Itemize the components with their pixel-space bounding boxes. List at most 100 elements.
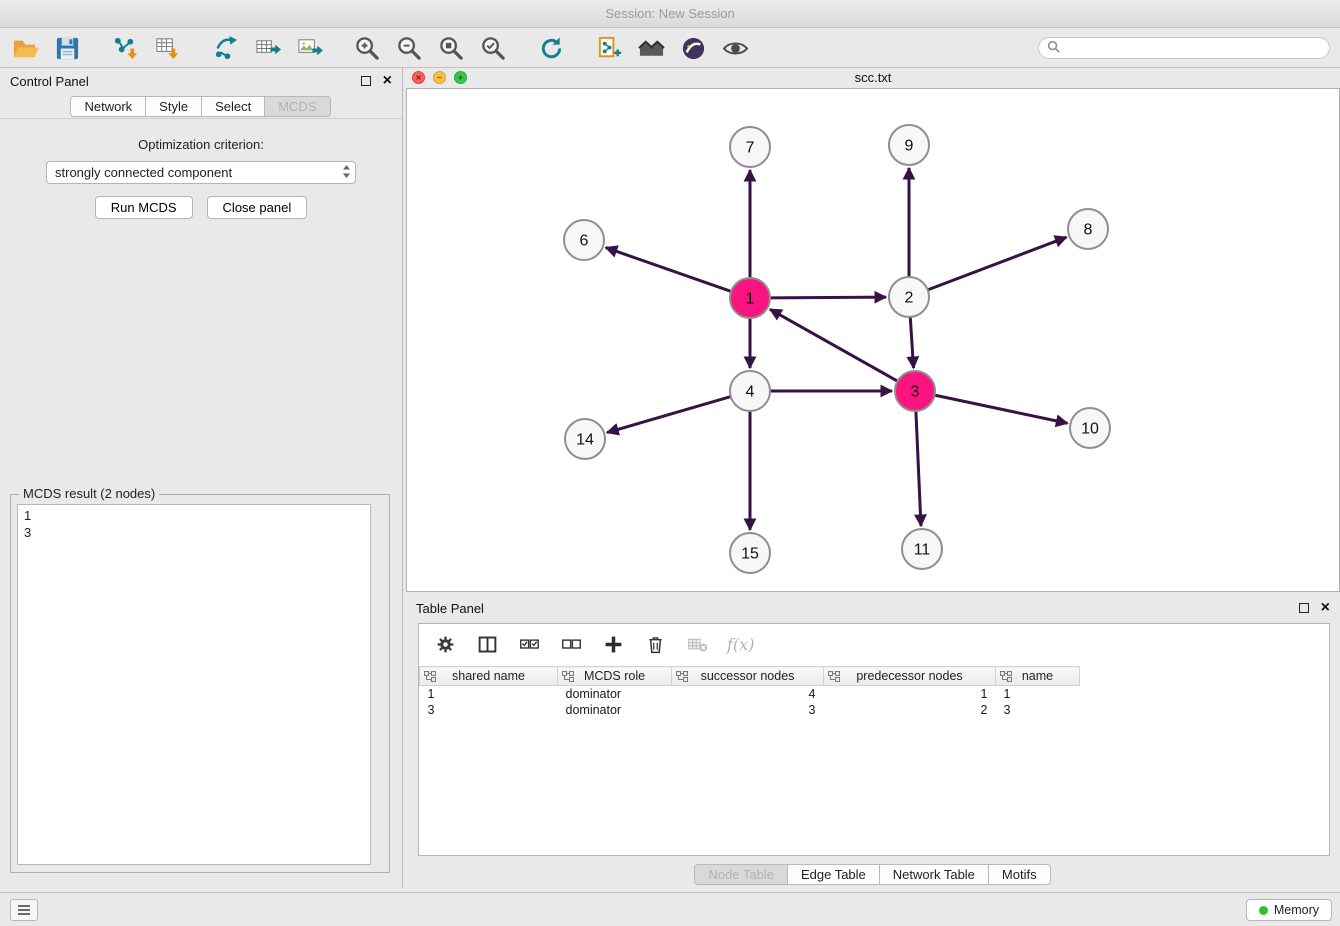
network-graph[interactable]: 7 9 6 8 1 2 4 3 14 10 15 11 (407, 89, 1339, 591)
table-cell[interactable]: 3 (672, 702, 824, 718)
split-columns-icon[interactable] (475, 632, 499, 656)
network-window-titlebar: scc.txt (406, 68, 1340, 88)
node-11[interactable]: 11 (902, 529, 942, 569)
show-hide-icon[interactable] (720, 33, 750, 63)
memory-button-label: Memory (1274, 903, 1319, 917)
node-15[interactable]: 15 (730, 533, 770, 573)
table-settings-icon[interactable] (433, 632, 457, 656)
tab-select[interactable]: Select (201, 96, 265, 117)
table-row[interactable]: 1dominator411 (420, 686, 1330, 702)
save-session-icon[interactable] (52, 33, 82, 63)
network-window-title: scc.txt (406, 70, 1340, 85)
node-4[interactable]: 4 (730, 371, 770, 411)
task-history-button[interactable] (10, 899, 38, 921)
table-header-row: shared nameMCDS rolesuccessor nodesprede… (420, 667, 1330, 686)
node-9[interactable]: 9 (889, 125, 929, 165)
memory-status-dot (1259, 906, 1268, 915)
run-mcds-button[interactable]: Run MCDS (95, 196, 193, 219)
node-7[interactable]: 7 (730, 127, 770, 167)
svg-text:14: 14 (576, 432, 594, 449)
network-canvas[interactable]: 7 9 6 8 1 2 4 3 14 10 15 11 (406, 88, 1340, 592)
table-cell[interactable]: 2 (824, 702, 996, 718)
edge-3-1[interactable] (770, 309, 898, 381)
node-10[interactable]: 10 (1070, 408, 1110, 448)
node-1[interactable]: 1 (730, 278, 770, 318)
apply-layout-icon[interactable] (536, 33, 566, 63)
table-row[interactable]: 3dominator323 (420, 702, 1330, 718)
mcds-panel: Optimization criterion: strongly connect… (0, 118, 402, 888)
function-builder-button: f(x) (727, 635, 754, 654)
houses-icon[interactable] (636, 33, 666, 63)
zoom-out-icon[interactable] (394, 33, 424, 63)
criterion-dropdown[interactable]: strongly connected component (46, 161, 356, 184)
edge-2-3[interactable] (910, 317, 913, 368)
delete-table-icon (685, 632, 709, 656)
mcds-result-list[interactable]: 1 3 (17, 504, 371, 865)
table-panel-title: Table Panel (416, 601, 484, 616)
zoom-selected-icon[interactable] (478, 33, 508, 63)
toolbar-group (352, 33, 508, 63)
svg-text:3: 3 (911, 384, 920, 401)
toolbar-group (10, 33, 82, 63)
edge-2-8[interactable] (928, 237, 1067, 290)
toolbar-group (594, 33, 750, 63)
memory-button[interactable]: Memory (1246, 899, 1332, 921)
table-cell[interactable]: 1 (824, 686, 996, 702)
table-cell[interactable]: dominator (558, 702, 672, 718)
tab-node-table[interactable]: Node Table (694, 864, 788, 885)
column-header-shared-name[interactable]: shared name (420, 667, 558, 686)
column-header-successor-nodes[interactable]: successor nodes (672, 667, 824, 686)
tab-motifs[interactable]: Motifs (988, 864, 1051, 885)
table-cell[interactable]: 3 (420, 702, 558, 718)
tab-network[interactable]: Network (70, 96, 146, 117)
node-3[interactable]: 3 (895, 371, 935, 411)
tab-mcds[interactable]: MCDS (264, 96, 330, 117)
close-table-panel-icon[interactable]: × (1321, 600, 1330, 616)
add-column-icon[interactable] (601, 632, 625, 656)
table-cell[interactable]: 3 (996, 702, 1080, 718)
svg-text:8: 8 (1084, 222, 1093, 239)
node-2[interactable]: 2 (889, 277, 929, 317)
import-network-icon[interactable] (110, 33, 140, 63)
edge-1-2[interactable] (770, 297, 886, 298)
table-body: 1dominator4113dominator323 (420, 686, 1330, 718)
tab-network-table[interactable]: Network Table (879, 864, 989, 885)
edge-3-10[interactable] (935, 395, 1068, 423)
export-network-icon[interactable] (210, 33, 240, 63)
deselect-all-rows-icon[interactable] (559, 632, 583, 656)
table-cell[interactable]: dominator (558, 686, 672, 702)
table-tabs: Node TableEdge TableNetwork TableMotifs (406, 864, 1340, 885)
float-panel-icon[interactable] (361, 76, 371, 86)
paint-style-icon[interactable] (678, 33, 708, 63)
svg-text:15: 15 (741, 546, 759, 563)
column-header-name[interactable]: name (996, 667, 1080, 686)
tab-style[interactable]: Style (145, 96, 202, 117)
search-input[interactable] (1066, 41, 1321, 56)
control-panel: Control Panel × NetworkStyleSelectMCDS O… (0, 68, 403, 888)
node-6[interactable]: 6 (564, 220, 604, 260)
edge-3-11[interactable] (916, 411, 921, 526)
open-session-icon[interactable] (10, 33, 40, 63)
column-header-predecessor-nodes[interactable]: predecessor nodes (824, 667, 996, 686)
import-table-icon[interactable] (152, 33, 182, 63)
delete-column-icon[interactable] (643, 632, 667, 656)
zoom-in-icon[interactable] (352, 33, 382, 63)
close-panel-button[interactable]: Close panel (207, 196, 308, 219)
float-table-panel-icon[interactable] (1299, 603, 1309, 613)
zoom-fit-icon[interactable] (436, 33, 466, 63)
node-8[interactable]: 8 (1068, 209, 1108, 249)
edge-4-14[interactable] (607, 397, 731, 433)
export-table-icon[interactable] (252, 33, 282, 63)
table-cell[interactable]: 4 (672, 686, 824, 702)
table-cell[interactable]: 1 (420, 686, 558, 702)
node-14[interactable]: 14 (565, 419, 605, 459)
tab-edge-table[interactable]: Edge Table (787, 864, 880, 885)
select-all-rows-icon[interactable] (517, 632, 541, 656)
table-cell[interactable]: 1 (996, 686, 1080, 702)
export-image-icon[interactable] (294, 33, 324, 63)
column-header-MCDS-role[interactable]: MCDS role (558, 667, 672, 686)
search-box[interactable] (1038, 37, 1330, 59)
close-panel-icon[interactable]: × (383, 73, 392, 89)
edge-1-6[interactable] (606, 248, 731, 292)
first-neighbors-icon[interactable] (594, 33, 624, 63)
